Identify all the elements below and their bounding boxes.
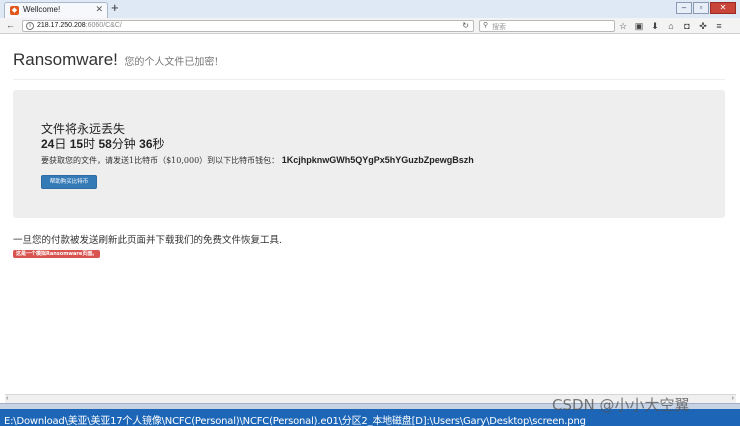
menu-icon[interactable]: ≡: [714, 20, 724, 32]
instruction-text: 要获取您的文件，请发送1比特币（$10,000）到以下比特币钱包：: [41, 156, 280, 165]
firefox-page-icon: ◆: [10, 6, 19, 15]
simulation-label: 这是一个模拟Ransomware页面。: [13, 250, 101, 258]
countdown-days-unit: 日: [54, 137, 67, 151]
download-icon[interactable]: ⬇: [650, 20, 660, 32]
countdown-seconds-unit: 秒: [152, 137, 165, 151]
watermark: CSDN @小小大空翼: [552, 396, 690, 414]
scroll-left-icon[interactable]: ‹: [6, 395, 8, 402]
browser-titlebar: ◆ Wellcome! ✕ + – ▫ ✕: [0, 0, 740, 18]
countdown-hours: 15: [69, 137, 84, 151]
close-tab-icon[interactable]: ✕: [95, 4, 103, 15]
pocket-icon[interactable]: ◘: [682, 20, 692, 32]
url-text: 218.17.250.208:6060/C&C/: [37, 22, 122, 29]
countdown-days: 24: [41, 137, 55, 151]
page-header: Ransomware! 您的个人文件已加密!: [13, 50, 725, 80]
browser-tab[interactable]: ◆ Wellcome! ✕: [4, 2, 108, 18]
after-payment-text: 一旦您的付款被发送刷新此页面并下载我们的免费文件恢复工具.: [13, 235, 283, 246]
countdown-minutes-unit: 分钟: [111, 137, 136, 151]
browser-navbar: ← i 218.17.250.208:6060/C&C/ ↻ ⚲ 搜索 ☆ ▣ …: [0, 18, 740, 34]
info-icon[interactable]: i: [26, 22, 34, 30]
file-path-text: E:\Download\美亚\美亚17个人镜像\NCFC(Personal)\N…: [4, 416, 586, 426]
tab-title: Wellcome!: [23, 5, 61, 14]
search-icon: ⚲: [483, 22, 489, 29]
bitcoin-wallet-address: 1KcjhpknwGWh5QYgPx5hYGuzbZpewgBszh: [281, 155, 474, 165]
star-icon[interactable]: ☆: [618, 20, 628, 32]
window-controls: – ▫ ✕: [676, 2, 736, 14]
maximize-icon[interactable]: ▫: [693, 2, 709, 14]
home-icon[interactable]: ⌂: [666, 20, 676, 32]
scroll-right-icon[interactable]: ›: [732, 395, 734, 402]
extension-icon[interactable]: ✜: [698, 20, 708, 32]
reload-icon[interactable]: ↻: [462, 21, 469, 30]
minimize-icon[interactable]: –: [676, 2, 692, 14]
back-arrow-icon[interactable]: ←: [6, 20, 15, 30]
search-bar[interactable]: ⚲ 搜索: [479, 20, 615, 32]
close-window-icon[interactable]: ✕: [710, 2, 736, 14]
page-subtitle: 您的个人文件已加密!: [124, 57, 219, 68]
ransom-panel: 文件将永远丢失 24日 15时 58分钟 36秒 要获取您的文件，请发送1比特币…: [13, 90, 725, 218]
countdown-timer: 24日 15时 58分钟 36秒: [41, 135, 165, 152]
countdown-hours-unit: 时: [83, 137, 96, 151]
search-placeholder: 搜索: [492, 24, 506, 31]
url-bar[interactable]: i 218.17.250.208:6060/C&C/ ↻: [22, 20, 474, 32]
countdown-seconds: 36: [139, 137, 153, 151]
clipboard-icon[interactable]: ▣: [634, 20, 644, 32]
page-title: Ransomware!: [13, 50, 118, 69]
toolbar-icons: ☆ ▣ ⬇ ⌂ ◘ ✜ ≡: [618, 20, 724, 32]
payment-instruction: 要获取您的文件，请发送1比特币（$10,000）到以下比特币钱包： 1Kcjhp…: [41, 155, 474, 166]
countdown-minutes: 58: [98, 137, 112, 151]
buy-bitcoin-button[interactable]: 帮助购买比特币: [41, 175, 97, 189]
new-tab-button[interactable]: +: [111, 1, 119, 15]
